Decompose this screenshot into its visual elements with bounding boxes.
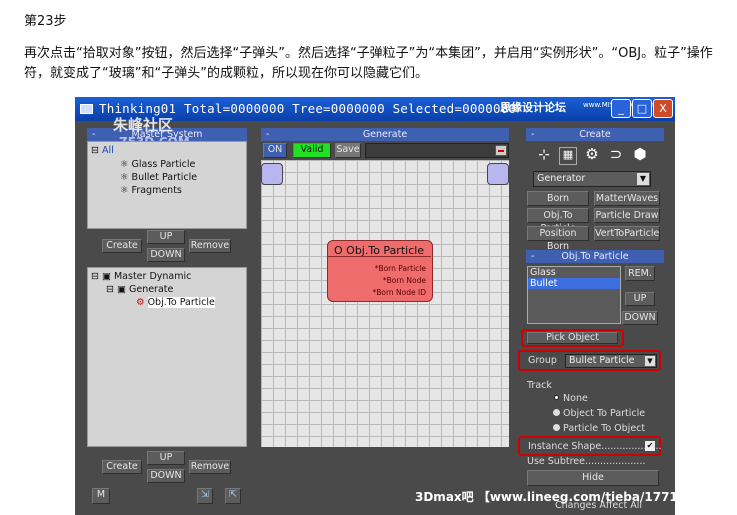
track-particle-to-object-option[interactable]: Particle To Object <box>553 423 645 434</box>
step-title: 第23步 <box>24 14 67 29</box>
on-button[interactable]: ON <box>263 143 287 158</box>
collapse-obj-icon[interactable]: - <box>531 250 534 263</box>
close-button[interactable]: X <box>653 99 673 118</box>
list-item-bullet[interactable]: Bullet <box>528 278 620 289</box>
down-group-button[interactable]: DOWN <box>147 248 185 262</box>
up-list-button[interactable]: UP <box>625 292 655 306</box>
radio-otp-icon[interactable] <box>553 409 560 416</box>
output-born-node[interactable]: *Born Node <box>372 275 426 287</box>
generate-title: Generate <box>362 129 408 140</box>
down-dynamic-button[interactable]: DOWN <box>147 469 185 483</box>
m-button[interactable]: M <box>92 488 110 504</box>
tree-item-fragments[interactable]: ⚛ Fragments <box>120 185 182 196</box>
tree-item-generate[interactable]: ⊟ ▣ Generate <box>106 284 173 295</box>
track-label: Track <box>527 380 552 391</box>
create-group-button[interactable]: Create <box>102 239 142 253</box>
tree-item-bullet-particle[interactable]: ⚛ Bullet Particle <box>120 172 197 183</box>
group-highlight: Group Bullet Particle ▼ <box>518 350 661 371</box>
tree-item-all[interactable]: ⊟ All <box>91 145 114 156</box>
node-outputs: *Born Particle *Born Node *Born Node ID <box>372 263 426 299</box>
add-node-icon[interactable]: ⊹ <box>535 147 553 165</box>
obj-to-particle-title: Obj.To Particle <box>561 251 629 262</box>
collapse-icon[interactable]: - <box>92 128 95 141</box>
instance-shape-label: Instance Shape.................... <box>528 441 662 452</box>
gear-icon[interactable]: ⚙ <box>583 145 601 163</box>
group-chevron-icon[interactable]: ▼ <box>645 356 655 366</box>
cube-icon[interactable]: ⬢ <box>631 145 649 163</box>
watermark-tieba: 3Dmax吧 【www.lineeg.com/tieba/1771】 <box>415 490 675 504</box>
group-label: Group <box>528 355 557 366</box>
watermark-community: 朱峰社区 <box>113 116 174 134</box>
chevron-down-icon[interactable]: ▼ <box>637 173 649 185</box>
radio-none-icon[interactable] <box>553 394 560 401</box>
create-header[interactable]: - Create <box>526 128 664 141</box>
down-list-button[interactable]: DOWN <box>622 311 658 325</box>
step-description: 再次点击“拾取对象”按钮，然后选择“子弹头”。然后选择“子弹粒子”为“本集团”，… <box>24 46 713 81</box>
position-born-button[interactable]: Position Born <box>527 226 589 252</box>
instance-shape-highlight: Instance Shape.................... ✔ <box>518 436 662 456</box>
output-born-particle[interactable]: *Born Particle <box>372 263 426 275</box>
obj-to-particle-header[interactable]: - Obj.To Particle <box>526 250 664 263</box>
collapse-create-icon[interactable]: - <box>531 128 534 141</box>
grid-icon[interactable]: ▦ <box>559 147 577 165</box>
verttoparticle-button[interactable]: VertToParticle <box>594 226 660 241</box>
output-born-node-id[interactable]: *Born Node ID <box>372 287 426 299</box>
remove-group-button[interactable]: Remove <box>189 239 231 253</box>
obj-to-particle-button[interactable]: Obj.To Particle <box>527 208 589 234</box>
generator-dropdown[interactable]: Generator ▼ <box>533 171 651 187</box>
remove-dynamic-button[interactable]: Remove <box>189 460 231 474</box>
node-name-field[interactable] <box>365 143 509 158</box>
born-button[interactable]: Born <box>527 191 589 206</box>
pick-object-button[interactable]: Pick Object <box>527 332 618 344</box>
track-object-to-particle-option[interactable]: Object To Particle <box>553 408 645 419</box>
save-button[interactable]: Save <box>335 143 361 158</box>
master-dynamic-tree[interactable]: ⊟ ▣ Master Dynamic ⊟ ▣ Generate ⚙ Obj.To… <box>87 267 247 447</box>
create-dynamic-button[interactable]: Create <box>102 460 142 474</box>
group-select[interactable]: Bullet Particle ▼ <box>565 354 657 368</box>
tree-item-glass-particle[interactable]: ⚛ Glass Particle <box>120 159 195 170</box>
obj-to-particle-node[interactable]: O Obj.To Particle *Born Particle *Born N… <box>327 240 433 302</box>
collapse-generate-icon[interactable]: - <box>266 128 269 141</box>
up-dynamic-button[interactable]: UP <box>147 451 185 465</box>
use-subtree-label[interactable]: Use Subtree.................... <box>527 456 645 467</box>
generate-header[interactable]: - Generate <box>261 128 509 141</box>
tree-item-master-dynamic[interactable]: ⊟ ▣ Master Dynamic <box>91 271 191 282</box>
master-system-tree[interactable]: ⊟ All ⚛ Glass Particle ⚛ Bullet Particle… <box>87 141 247 229</box>
magnet-icon[interactable]: ⊃ <box>607 145 625 163</box>
window-icon <box>80 104 93 114</box>
pick-object-highlight: Pick Object <box>521 329 624 347</box>
list-item-glass[interactable]: Glass <box>528 267 620 278</box>
watermark-site: 思缘设计论坛 <box>500 101 566 114</box>
input-port-node[interactable] <box>261 163 283 185</box>
create-title: Create <box>579 129 611 140</box>
object-list[interactable]: Glass Bullet <box>527 266 621 324</box>
hide-button[interactable]: Hide <box>527 470 659 486</box>
track-none-option[interactable]: None <box>553 393 588 404</box>
output-port-node[interactable] <box>487 163 509 185</box>
thinking-particles-window: Thinking01 Total=0000000 Tree=0000000 Se… <box>75 97 675 515</box>
node-tool-icon[interactable]: ⇲ <box>197 488 213 504</box>
particle-draw-button[interactable]: Particle Draw <box>594 208 660 223</box>
up-group-button[interactable]: UP <box>147 230 185 244</box>
radio-pto-icon[interactable] <box>553 424 560 431</box>
operator-icon: ⚙ <box>136 297 145 308</box>
node-tool-2-icon[interactable]: ⇱ <box>225 488 241 504</box>
field-toggle-icon[interactable] <box>495 145 507 156</box>
tree-item-obj-to-particle[interactable]: ⚙ Obj.To Particle <box>136 297 215 308</box>
rem-button[interactable]: REM. <box>625 266 655 281</box>
minimize-button[interactable]: _ <box>611 99 631 118</box>
valid-button[interactable]: Valid <box>293 143 331 158</box>
maximize-button[interactable]: □ <box>632 99 652 118</box>
node-editor-canvas[interactable]: O Obj.To Particle *Born Particle *Born N… <box>261 160 509 447</box>
instance-shape-checkbox[interactable]: ✔ <box>645 441 655 451</box>
matterwaves-button[interactable]: MatterWaves <box>594 191 660 206</box>
